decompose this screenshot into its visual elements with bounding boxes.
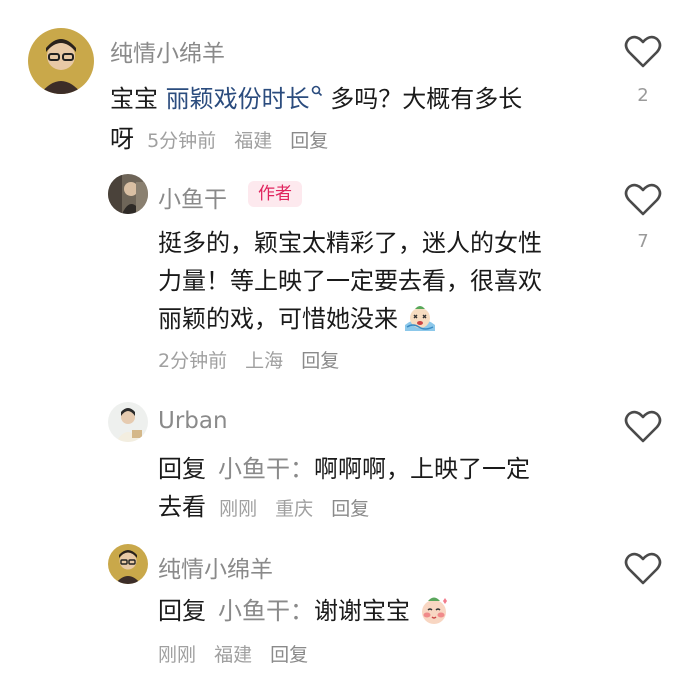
username[interactable]: 纯情小绵羊 [158,550,273,584]
comment-meta: 刚刚 福建 回复 [158,640,320,667]
comment-text-row: 回复 小鱼干：谢谢宝宝 [158,592,450,630]
comment-text: 回复 小鱼干：谢谢宝宝 [158,597,418,625]
like-button[interactable] [624,35,662,69]
avatar-user-1[interactable] [108,544,148,584]
comment-time: 刚刚 [219,498,258,520]
comment-text-line: 力量！等上映了一定要去看，很喜欢 [158,267,542,295]
like-button[interactable] [624,410,662,444]
reply-button[interactable]: 回复 [270,644,308,666]
comment-location: 福建 [234,130,273,152]
comment-text-line: 丽颖的戏，可惜她没来 [158,305,398,333]
like-button[interactable] [624,183,662,217]
reply-button[interactable]: 回复 [301,350,339,372]
avatar-user-urban[interactable] [108,402,148,442]
avatar-user-1[interactable] [28,28,94,94]
heart-outline-icon [624,183,662,216]
comment-line2-row: 去看 刚刚 重庆 回复 [158,488,381,526]
comment-text-line: 谢谢宝宝 [314,597,410,625]
comment-text-line-row: 丽颖的戏，可惜她没来 [158,300,437,338]
comment-meta: 刚刚 重庆 回复 [219,498,381,520]
username[interactable]: 小鱼干 [158,180,227,214]
comment-time: 刚刚 [158,644,197,666]
comment-location: 重庆 [275,498,314,520]
search-small-icon[interactable] [311,85,323,97]
comment-meta: 2分钟前 上海 回复 [158,346,351,373]
search-keyword-link[interactable]: 丽颖戏份时长 [166,85,310,113]
username[interactable]: Urban [158,408,228,434]
comment-line2-row: 呀 5分钟前 福建 回复 [110,120,340,158]
reply-button[interactable]: 回复 [290,130,328,152]
reply-prefix: 回复 [158,597,206,625]
like-count: 2 [637,85,649,106]
blushing-emoji-icon [421,597,447,624]
heart-outline-icon [624,552,662,585]
mention-link[interactable]: 小鱼干： [218,597,314,625]
comment-location: 福建 [214,644,253,666]
author-badge: 作者 [248,181,302,207]
reply-prefix: 回复 [158,455,206,483]
avatar-author[interactable] [108,174,148,214]
comment-text-line: 挺多的，颖宝太精彩了，迷人的女性 [158,229,542,257]
crying-emoji-icon [405,306,436,331]
username[interactable]: 纯情小绵羊 [110,34,225,68]
comment-text-suffix: 多吗？大概有多长 [322,85,523,113]
like-count: 7 [637,231,649,252]
comment-text-line2: 呀 [110,125,134,153]
comment-text-line: 啊啊啊，上映了一定 [314,455,530,483]
reply-button[interactable]: 回复 [331,498,369,520]
comment-text: 宝宝 丽颖戏份时长 多吗？大概有多长 [110,80,590,118]
heart-outline-icon [624,410,662,443]
comment-text-line2: 去看 [158,493,206,521]
comment-time: 5分钟前 [147,130,217,152]
mention-link[interactable]: 小鱼干： [218,455,314,483]
comment-text-prefix: 宝宝 [110,85,166,113]
comment-time: 2分钟前 [158,350,228,372]
comment-text: 回复 小鱼干：啊啊啊，上映了一定 [158,450,530,488]
comment-location: 上海 [245,350,284,372]
heart-outline-icon [624,35,662,68]
like-button[interactable] [624,552,662,586]
comment-meta: 5分钟前 福建 回复 [147,130,340,152]
